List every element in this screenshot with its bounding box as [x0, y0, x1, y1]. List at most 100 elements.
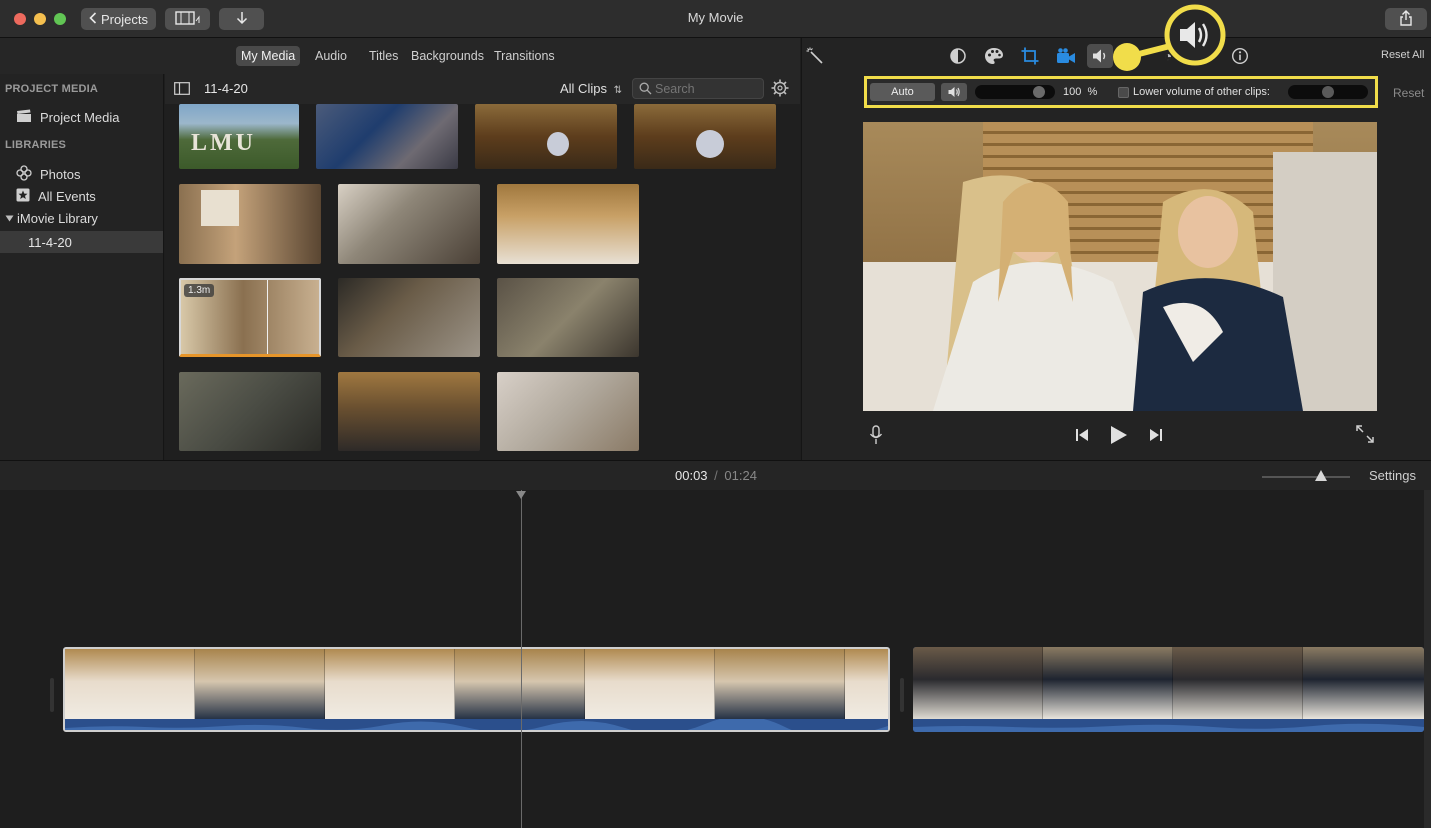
crop-icon[interactable] — [1020, 46, 1040, 66]
media-clip-thumbnail[interactable] — [338, 184, 480, 264]
color-balance-icon[interactable] — [948, 46, 968, 66]
lower-volume-slider[interactable] — [1288, 85, 1368, 99]
sidebar-item-all-events[interactable]: All Events — [16, 188, 96, 205]
timeline-video-clip[interactable] — [913, 647, 1424, 732]
audio-waveform — [913, 719, 1424, 732]
clip-frame — [325, 649, 455, 721]
star-box-icon — [16, 188, 30, 205]
tab-backgrounds[interactable]: Backgrounds — [406, 46, 489, 66]
camera-icon[interactable] — [1056, 46, 1076, 66]
skimmer-line — [267, 280, 268, 354]
clips-filter-value: All Clips — [560, 81, 607, 96]
clapperboard-icon — [16, 109, 32, 126]
color-palette-icon[interactable] — [984, 46, 1004, 66]
clip-frame — [913, 647, 1043, 719]
media-clip-thumbnail-selected[interactable]: 1.3m — [179, 278, 321, 357]
callout-annotation — [1113, 4, 1226, 71]
search-input[interactable] — [655, 80, 759, 97]
search-field[interactable] — [632, 78, 764, 99]
clip-gap-marker — [50, 678, 54, 712]
total-time: 01:24 — [724, 468, 757, 483]
sidebar-item-label: Project Media — [40, 110, 120, 125]
zoom-slider[interactable] — [1262, 470, 1350, 481]
fullscreen-icon[interactable] — [1356, 425, 1374, 448]
lower-volume-checkbox[interactable] — [1118, 87, 1129, 98]
sidebar-toggle-icon[interactable] — [174, 82, 190, 100]
volume-percent: 100 % — [1063, 86, 1097, 98]
auto-volume-button[interactable]: Auto — [870, 83, 935, 101]
timeline-settings-button[interactable]: Settings — [1369, 468, 1416, 483]
play-icon[interactable] — [1110, 425, 1128, 450]
clip-frame — [1303, 647, 1424, 719]
volume-slider[interactable] — [975, 85, 1055, 99]
timeline-video-clip[interactable] — [63, 647, 890, 732]
tab-transitions[interactable]: Transitions — [489, 46, 560, 66]
tab-titles[interactable]: Titles — [364, 46, 403, 66]
media-clip-thumbnail[interactable] — [338, 278, 480, 357]
clip-frame — [1043, 647, 1173, 719]
libraries-heading: LIBRARIES — [5, 139, 67, 151]
media-clip-thumbnail[interactable] — [179, 184, 321, 264]
media-clip-thumbnail[interactable] — [316, 104, 458, 169]
magic-wand-icon[interactable] — [805, 46, 825, 66]
media-clip-thumbnail[interactable] — [338, 372, 480, 451]
time-separator: / — [714, 468, 718, 483]
lower-volume-slider-knob[interactable] — [1322, 86, 1334, 98]
media-clip-thumbnail[interactable] — [634, 104, 776, 169]
photos-icon — [16, 165, 32, 184]
media-clip-thumbnail[interactable] — [179, 372, 321, 451]
library-sidebar: PROJECT MEDIA Project Media LIBRARIES Ph… — [0, 74, 164, 460]
skip-back-icon[interactable] — [1075, 428, 1089, 447]
volume-controls-bar: Auto 100 % Lower volume of other clips: — [864, 76, 1378, 108]
media-clip-thumbnail[interactable]: LMU — [179, 104, 299, 169]
sidebar-item-photos[interactable]: Photos — [16, 165, 80, 184]
video-preview — [863, 122, 1377, 411]
microphone-icon[interactable] — [869, 425, 883, 450]
share-icon — [1399, 9, 1413, 29]
clips-filter-select[interactable]: All Clips ⇅ — [560, 81, 622, 96]
clip-frame — [715, 649, 845, 721]
media-clip-thumbnail[interactable] — [497, 372, 639, 451]
reset-button[interactable]: Reset — [1393, 86, 1424, 100]
sidebar-item-label: Photos — [40, 167, 81, 182]
media-clip-thumbnail[interactable] — [475, 104, 617, 169]
clip-frame — [585, 649, 715, 721]
sidebar-item-imovie-library[interactable]: iMovie Library — [5, 211, 98, 226]
updown-chevron-icon: ⇅ — [613, 85, 622, 96]
sidebar-item-project-media[interactable]: Project Media — [16, 109, 119, 126]
volume-value: 100 — [1063, 86, 1082, 98]
share-button[interactable] — [1385, 8, 1427, 30]
gear-icon[interactable] — [771, 79, 789, 102]
zoom-slider-knob[interactable] — [1315, 470, 1327, 481]
timecode: 00:03 / 01:24 — [675, 468, 757, 483]
event-title: 11-4-20 — [204, 81, 248, 96]
mute-button[interactable] — [941, 83, 967, 101]
project-media-heading: PROJECT MEDIA — [5, 83, 99, 95]
reset-all-button[interactable]: Reset All — [1381, 49, 1424, 61]
lmu-sign-text: LMU — [191, 130, 256, 156]
timeline-scrollbar[interactable] — [1424, 490, 1431, 828]
sidebar-item-event-selected[interactable]: 11-4-20 — [0, 231, 163, 253]
clip-frame — [195, 649, 325, 721]
audio-waveform — [65, 716, 888, 730]
sidebar-item-label: All Events — [38, 189, 96, 204]
timeline-header: 00:03 / 01:24 Settings — [0, 460, 1431, 490]
clip-filmstrip — [913, 647, 1424, 719]
media-clip-thumbnail[interactable] — [497, 278, 639, 357]
volume-slider-knob[interactable] — [1033, 86, 1045, 98]
clip-frame — [1173, 647, 1303, 719]
timeline-area — [0, 490, 1431, 828]
clip-filmstrip — [65, 649, 888, 721]
clip-gap-marker — [900, 678, 904, 712]
playhead-line[interactable] — [521, 490, 522, 828]
tab-my-media[interactable]: My Media — [236, 46, 301, 66]
playhead-marker[interactable] — [516, 491, 526, 499]
volume-unit: % — [1087, 86, 1098, 98]
media-clip-thumbnail[interactable] — [497, 184, 639, 264]
skip-forward-icon[interactable] — [1149, 428, 1163, 447]
tab-audio[interactable]: Audio — [310, 46, 352, 66]
disclosure-triangle-icon[interactable] — [5, 211, 14, 226]
duration-badge: 1.3m — [184, 284, 215, 297]
lower-volume-label: Lower volume of other clips: — [1133, 86, 1270, 98]
clip-frame — [455, 649, 585, 721]
